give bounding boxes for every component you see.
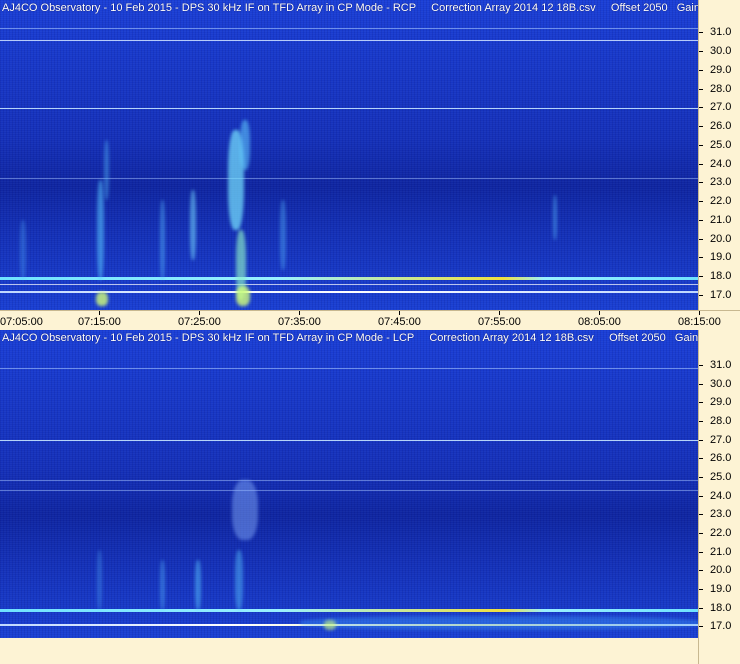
time-axis: 07:05:00 07:15:00 07:25:00 07:35:00 07:4… bbox=[0, 310, 740, 330]
lcp-grid-line bbox=[0, 440, 698, 441]
rcp-burst bbox=[240, 120, 250, 170]
rcp-spectrogram: AJ4CO Observatory - 10 Feb 2015 - DPS 30… bbox=[0, 0, 698, 310]
freq-tick: 31.0 bbox=[699, 359, 740, 371]
rcp-burst bbox=[236, 286, 250, 306]
rcp-burst bbox=[190, 190, 196, 260]
freq-tick: 30.0 bbox=[699, 378, 740, 390]
lcp-trace-line bbox=[0, 609, 698, 612]
freq-tick: 30.0 bbox=[699, 45, 740, 57]
freq-tick: 19.0 bbox=[699, 251, 740, 263]
rcp-grid-line bbox=[0, 28, 698, 29]
lcp-burst bbox=[324, 620, 336, 630]
freq-tick: 20.0 bbox=[699, 564, 740, 576]
freq-tick: 26.0 bbox=[699, 452, 740, 464]
rcp-panel: AJ4CO Observatory - 10 Feb 2015 - DPS 30… bbox=[0, 0, 740, 330]
lcp-grid-line bbox=[0, 480, 698, 481]
rcp-trace-line bbox=[0, 277, 698, 280]
lcp-spectrogram: AJ4CO Observatory - 10 Feb 2015 - DPS 30… bbox=[0, 330, 698, 638]
rcp-frequency-axis: 31.0 30.0 29.0 28.0 27.0 26.0 25.0 24.0 … bbox=[698, 0, 740, 310]
lcp-burst bbox=[97, 550, 102, 610]
freq-tick: 17.0 bbox=[699, 289, 740, 301]
rcp-title: AJ4CO Observatory - 10 Feb 2015 - DPS 30… bbox=[2, 2, 698, 14]
lcp-burst bbox=[232, 480, 258, 540]
lcp-grid-line bbox=[0, 368, 698, 369]
freq-tick: 21.0 bbox=[699, 214, 740, 226]
freq-tick: 20.0 bbox=[699, 233, 740, 245]
rcp-burst bbox=[97, 180, 104, 280]
freq-tick: 17.0 bbox=[699, 620, 740, 632]
rcp-grid-line bbox=[0, 40, 698, 41]
rcp-burst bbox=[104, 140, 109, 200]
freq-tick: 28.0 bbox=[699, 415, 740, 427]
rcp-burst bbox=[553, 195, 557, 240]
freq-tick: 29.0 bbox=[699, 64, 740, 76]
rcp-burst bbox=[160, 200, 165, 280]
freq-tick: 29.0 bbox=[699, 396, 740, 408]
rcp-trace-line bbox=[0, 284, 698, 285]
freq-tick: 23.0 bbox=[699, 176, 740, 188]
lcp-title: AJ4CO Observatory - 10 Feb 2015 - DPS 30… bbox=[2, 332, 698, 344]
lcp-burst bbox=[160, 560, 165, 610]
lcp-bottom-strip bbox=[0, 638, 698, 664]
freq-tick: 18.0 bbox=[699, 602, 740, 614]
freq-tick: 19.0 bbox=[699, 583, 740, 595]
lcp-panel: AJ4CO Observatory - 10 Feb 2015 - DPS 30… bbox=[0, 330, 740, 664]
lcp-grid-line bbox=[0, 490, 698, 491]
freq-tick: 23.0 bbox=[699, 508, 740, 520]
freq-tick: 28.0 bbox=[699, 83, 740, 95]
freq-tick: 25.0 bbox=[699, 139, 740, 151]
lcp-burst bbox=[235, 550, 243, 610]
freq-tick: 27.0 bbox=[699, 101, 740, 113]
rcp-burst bbox=[96, 292, 108, 306]
freq-tick: 27.0 bbox=[699, 434, 740, 446]
freq-tick: 21.0 bbox=[699, 546, 740, 558]
lcp-frequency-axis: 31.0 30.0 29.0 28.0 27.0 26.0 25.0 24.0 … bbox=[698, 330, 740, 664]
rcp-burst bbox=[280, 200, 286, 270]
freq-tick: 24.0 bbox=[699, 490, 740, 502]
freq-tick: 31.0 bbox=[699, 26, 740, 38]
lcp-burst bbox=[195, 560, 201, 610]
freq-tick: 22.0 bbox=[699, 195, 740, 207]
freq-tick: 22.0 bbox=[699, 527, 740, 539]
freq-tick: 18.0 bbox=[699, 270, 740, 282]
freq-tick: 26.0 bbox=[699, 120, 740, 132]
rcp-burst bbox=[20, 220, 26, 280]
lcp-burst bbox=[300, 616, 698, 630]
freq-tick: 25.0 bbox=[699, 471, 740, 483]
freq-tick: 24.0 bbox=[699, 158, 740, 170]
rcp-grid-line bbox=[0, 108, 698, 109]
